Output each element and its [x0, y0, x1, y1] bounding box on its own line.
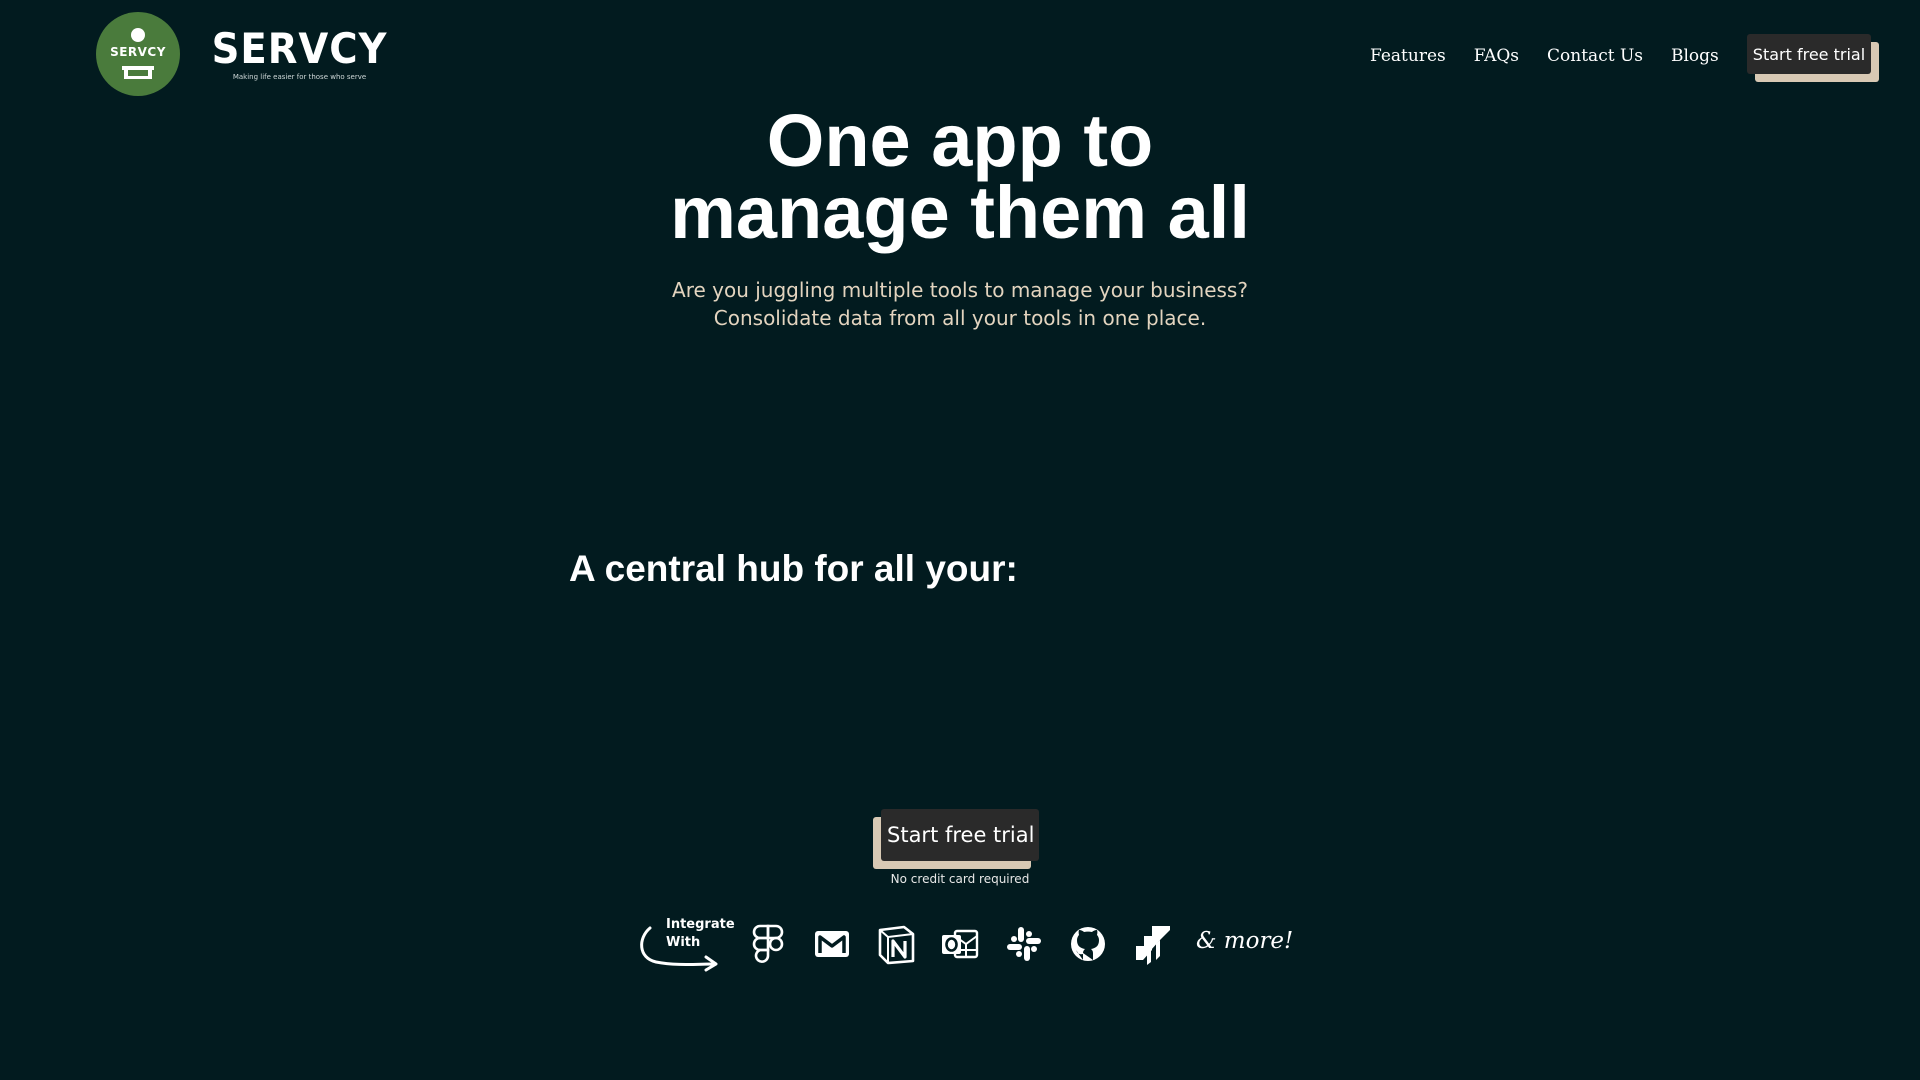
jira-icon [1136, 926, 1170, 965]
hero-subtitle-line1: Are you juggling multiple tools to manag… [672, 278, 1248, 302]
hero-title-line2: manage them all [670, 171, 1250, 254]
figma-icon [752, 924, 784, 963]
outlook-icon [942, 929, 979, 959]
site-header: SERVCY SERVCY Making life easier for tho… [0, 0, 1920, 110]
hero-subtitle: Are you juggling multiple tools to manag… [0, 276, 1920, 332]
logo-badge-icon: SERVCY [96, 12, 180, 96]
and-more-label: & more! [1196, 928, 1294, 954]
nav-link-features[interactable]: Features [1370, 46, 1446, 66]
hero-title-line1: One app to [766, 99, 1154, 182]
integrate-with-label: Integrate With [636, 910, 735, 976]
start-free-trial-button[interactable]: Start free trial [881, 809, 1039, 861]
curved-arrow-icon [640, 926, 718, 972]
brand: SERVCY Making life easier for those who … [204, 24, 395, 82]
hub-heading: A central hub for all your: [569, 548, 1018, 589]
hero-title: One app to manage them all [0, 104, 1920, 250]
logo-badge-text: SERVCY [110, 45, 166, 59]
nav-start-trial-button[interactable]: Start free trial [1746, 34, 1871, 74]
github-icon [1071, 927, 1105, 961]
no-credit-card-note: No credit card required [890, 872, 1030, 886]
hero-subtitle-line2: Consolidate data from all your tools in … [713, 306, 1207, 330]
main-nav: Features FAQs Contact Us Blogs Start fre… [1370, 34, 1879, 82]
integrations-row: Integrate With & more! [636, 910, 1296, 980]
brand-name: SERVCY [211, 24, 388, 73]
nav-link-faqs[interactable]: FAQs [1474, 46, 1519, 66]
main-cta-wrapper: Start free trial [873, 809, 1039, 869]
nav-cta-wrapper: Start free trial [1746, 34, 1879, 82]
brand-tagline: Making life easier for those who serve [232, 73, 367, 81]
logo[interactable]: SERVCY SERVCY Making life easier for tho… [96, 12, 395, 96]
nav-link-contact-us[interactable]: Contact Us [1547, 46, 1643, 66]
gmail-icon [815, 931, 849, 957]
slack-icon [1007, 927, 1041, 961]
notion-icon [878, 925, 915, 965]
nav-link-blogs[interactable]: Blogs [1671, 46, 1719, 66]
